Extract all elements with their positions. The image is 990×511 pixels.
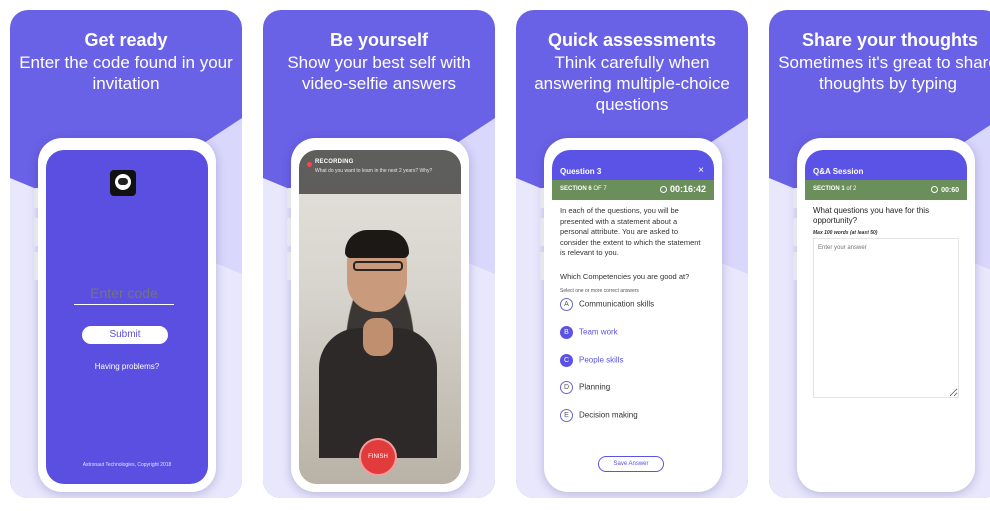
person-photo [363,318,393,356]
option-d[interactable]: D Planning [560,381,610,395]
panel-title: Share your thoughts [801,30,978,50]
astronaut-logo-icon [110,170,136,196]
phone-side-button [34,188,38,208]
recording-question: What do you want to learn in the next 2 … [315,168,433,174]
phone-side-button [540,218,544,246]
option-a[interactable]: A Communication skills [560,298,654,312]
section-indicator: SECTION 1 of 2 [813,186,857,192]
panel-title: Be yourself [329,30,429,50]
option-e[interactable]: E Decision making [560,409,638,423]
person-photo [345,230,409,258]
clock-icon [659,186,667,193]
section-bar: SECTION 1 of 2 00:60 [805,180,967,200]
finish-button[interactable]: FINISH [359,438,397,476]
phone-side-button [287,218,291,246]
phone-frame: Q&A Session SECTION 1 of 2 00:60 What qu… [793,138,975,492]
qa-header: Q&A Session [805,150,967,180]
save-answer-button[interactable]: Save Answer [598,456,664,472]
panel-title: Quick assessments [547,30,717,50]
panel-be-yourself: Be yourself Show your best self with vid… [263,10,495,498]
answer-textarea[interactable] [813,238,959,398]
section-indicator: SECTION 6 OF 7 [560,186,607,192]
timer: 00:60 [931,186,959,194]
phone-frame: Question 3 × SECTION 6 OF 7 00:16:42 In … [540,138,722,492]
timer: 00:16:42 [659,184,706,194]
submit-button[interactable]: Submit [82,326,168,344]
qa-title: Q&A Session [813,167,864,176]
answer-hint: Select one or more correct answers [560,288,639,294]
close-icon[interactable]: × [698,165,704,176]
panel-subtitle: Enter the code found in your invitation [19,53,233,93]
clock-icon [931,186,939,193]
question-text: Which Competencies you are good at? [560,272,690,281]
phone-side-button [793,188,797,208]
recording-screen: RECORDING What do you want to learn in t… [299,150,461,484]
panel-quick-assessments: Quick assessments Think carefully when a… [516,10,748,498]
copyright-text: Astronaut Technologies, Copyright 2018 [82,462,172,468]
phone-side-button [287,252,291,280]
question-header: Question 3 × [552,150,714,180]
phone-frame: RECORDING What do you want to learn in t… [287,138,469,492]
question-title: Question 3 [560,167,602,176]
login-screen: Submit Having problems? Astronaut Techno… [46,150,208,484]
phone-frame: Submit Having problems? Astronaut Techno… [34,138,216,492]
recording-bar: RECORDING What do you want to learn in t… [299,150,461,194]
recording-dot-icon [307,162,312,167]
word-limit-hint: Max 100 words (at least 50) [813,230,878,236]
panel-share-thoughts: Share your thoughts Sometimes it's great… [769,10,990,498]
option-b[interactable]: B Team work [560,326,618,340]
code-input[interactable] [74,285,174,305]
instructions-text: In each of the questions, you will be pr… [560,206,701,257]
panel-subtitle: Sometimes it's great to share thoughts b… [778,53,990,93]
panel-get-ready: Get ready Enter the code found in your i… [10,10,242,498]
phone-side-button [540,188,544,208]
panel-title: Get ready [84,30,168,50]
person-photo [353,261,403,271]
option-c[interactable]: C People skills [560,354,623,368]
phone-side-button [34,218,38,246]
panel-subtitle: Show your best self with video-selfie an… [287,53,471,93]
phone-side-button [793,218,797,246]
phone-side-button [287,188,291,208]
phone-side-button [34,252,38,280]
phone-side-button [540,252,544,280]
qa-question: What questions you have for this opportu… [813,206,930,225]
section-bar: SECTION 6 OF 7 00:16:42 [552,180,714,200]
recording-label: RECORDING [315,159,354,165]
qa-screen: Q&A Session SECTION 1 of 2 00:60 What qu… [805,150,967,484]
assessment-screen: Question 3 × SECTION 6 OF 7 00:16:42 In … [552,150,714,484]
phone-side-button [793,252,797,280]
panel-subtitle: Think carefully when answering multiple-… [534,53,730,114]
having-problems-link[interactable]: Having problems? [46,362,208,371]
